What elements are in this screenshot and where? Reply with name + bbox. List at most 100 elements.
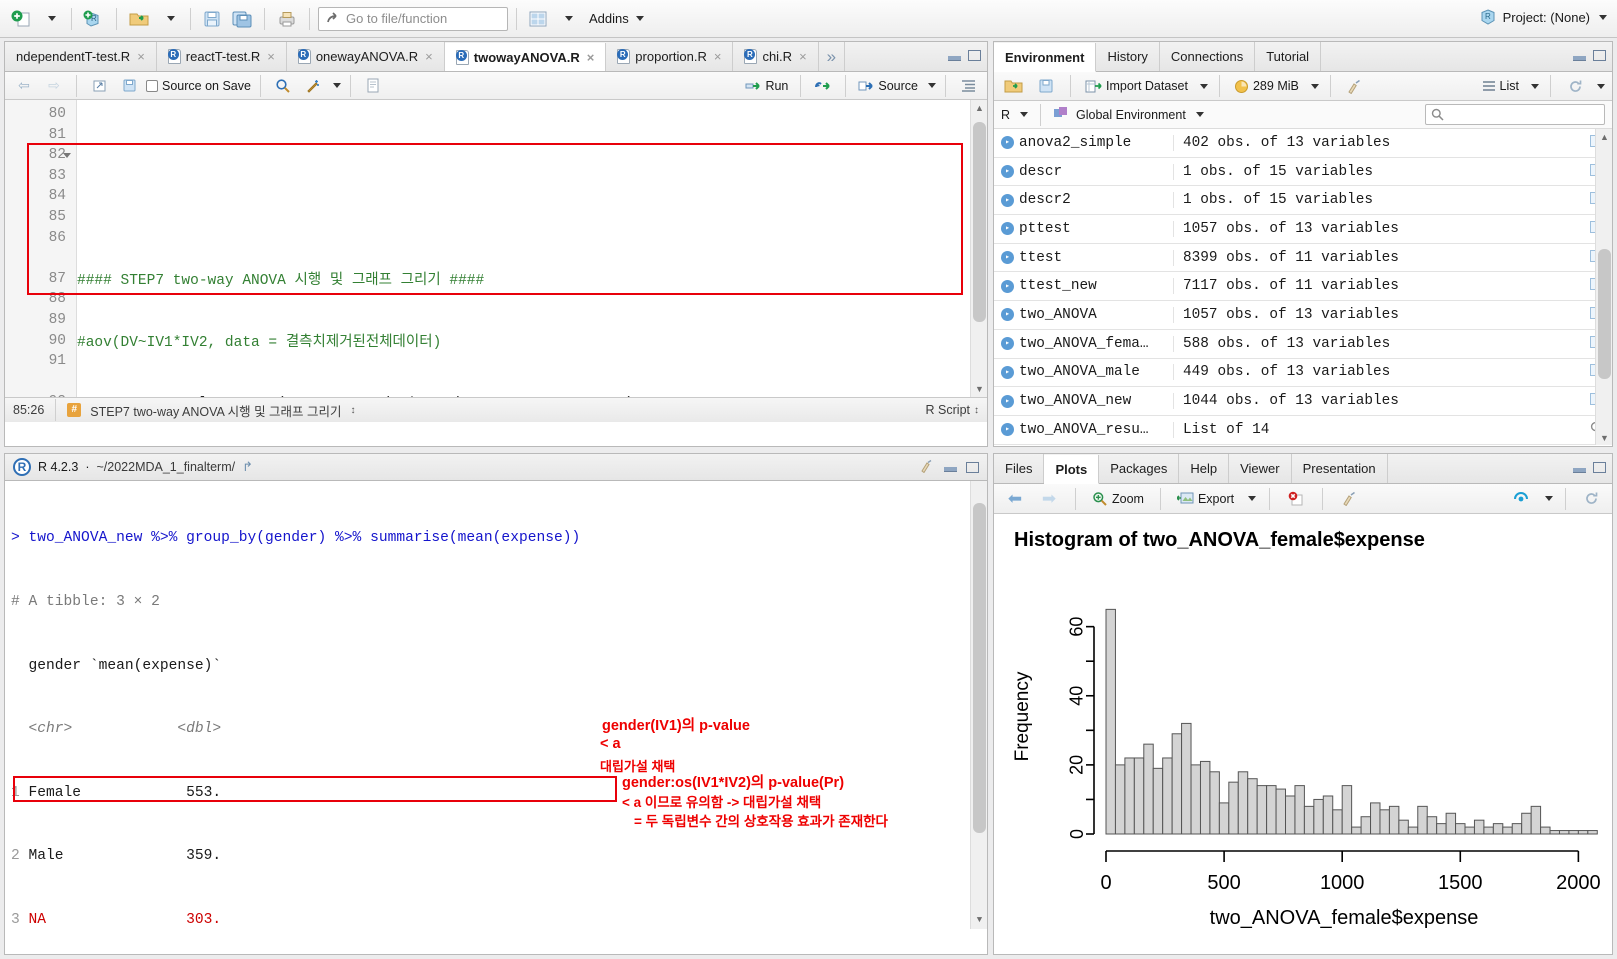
code-tools-dropdown[interactable] (332, 83, 341, 88)
source-dropdown[interactable] (928, 83, 936, 88)
scroll-down-arrow-icon[interactable]: ▼ (971, 913, 987, 929)
source-forward-button[interactable]: ⇨ (41, 73, 67, 99)
editor-scrollbar[interactable]: ▲ ▼ (970, 100, 987, 397)
environment-search-input[interactable] (1425, 104, 1605, 125)
load-workspace-button[interactable] (1001, 73, 1027, 99)
environment-row[interactable]: ▸ ttest_new 7117 obs. of 11 variables (994, 272, 1612, 302)
scroll-up-arrow-icon[interactable]: ▲ (971, 100, 987, 116)
source-tab-independentT-test[interactable]: ndependentT-test.R × (5, 42, 157, 71)
zoom-plot-button[interactable]: Zoom (1089, 486, 1147, 512)
source-tabs-overflow[interactable]: » (819, 42, 846, 71)
environment-row[interactable]: ▸ two_ANOVA_fema… 588 obs. of 13 variable… (994, 330, 1612, 359)
minimize-icon[interactable] (944, 462, 957, 472)
expand-icon[interactable]: ▸ (1001, 222, 1014, 236)
environment-row[interactable]: ▸ anova2_simple 402 obs. of 13 variables (994, 129, 1612, 158)
expand-icon[interactable]: ▸ (1001, 279, 1014, 293)
minimize-icon[interactable] (1573, 51, 1586, 61)
tab-viewer[interactable]: Viewer (1229, 454, 1292, 483)
rerun-button[interactable] (810, 73, 836, 99)
close-icon[interactable]: × (425, 49, 433, 64)
code-tools-button[interactable] (300, 73, 326, 99)
refresh-dropdown[interactable] (1597, 83, 1605, 89)
code-fold-toggle[interactable] (63, 153, 71, 158)
source-tab-reactT-test[interactable]: reactT-test.R × (157, 42, 287, 71)
previous-plot-button[interactable]: ⬅ (1002, 486, 1028, 512)
expand-icon[interactable]: ▸ (1001, 136, 1014, 150)
tab-help[interactable]: Help (1179, 454, 1230, 483)
print-button[interactable] (273, 6, 301, 32)
close-icon[interactable]: × (714, 49, 722, 64)
scroll-up-arrow-icon[interactable]: ▲ (1596, 129, 1612, 145)
environment-dropdown[interactable] (1195, 112, 1204, 117)
tab-plots[interactable]: Plots (1044, 455, 1100, 484)
code-text[interactable]: #### STEP7 two-way ANOVA 시행 및 그래프 그리기 ##… (77, 100, 969, 397)
scroll-down-arrow-icon[interactable]: ▼ (971, 381, 987, 397)
maximize-icon[interactable] (968, 50, 981, 61)
remove-plot-button[interactable] (1283, 486, 1309, 512)
close-icon[interactable]: × (137, 49, 145, 64)
save-workspace-button[interactable] (1033, 73, 1059, 99)
environment-row[interactable]: ▸ descr2 1 obs. of 15 variables (994, 186, 1612, 216)
refresh-plot-button[interactable] (1578, 486, 1604, 512)
document-outline-button[interactable] (955, 73, 981, 99)
close-icon[interactable]: × (267, 49, 275, 64)
tab-tutorial[interactable]: Tutorial (1255, 42, 1322, 71)
minimize-icon[interactable] (1573, 463, 1586, 473)
expand-icon[interactable]: ▸ (1001, 193, 1014, 207)
minimize-icon[interactable] (948, 51, 961, 61)
run-button[interactable]: Run (742, 73, 791, 99)
open-file-dropdown[interactable] (156, 6, 182, 32)
environment-row[interactable]: ▸ two_ANOVA_male 449 obs. of 13 variables (994, 359, 1612, 388)
environment-scrollbar[interactable]: ▲ ▼ (1595, 129, 1612, 445)
scroll-down-arrow-icon[interactable]: ▼ (1596, 430, 1612, 445)
source-tab-twowayANOVA[interactable]: twowayANOVA.R × (444, 43, 607, 71)
view-mode-button[interactable]: List (1479, 73, 1522, 99)
close-icon[interactable]: × (587, 50, 595, 65)
expand-icon[interactable]: ▸ (1001, 308, 1014, 322)
maximize-icon[interactable] (1593, 462, 1606, 473)
code-editor[interactable]: 80 81 82 83 84 85 86 87 88 89 90 91 92 #… (5, 100, 987, 397)
environment-row[interactable]: ▸ two_ANOVA_resu… List of 14 (994, 416, 1612, 445)
expand-icon[interactable]: ▸ (1001, 337, 1014, 351)
expand-icon[interactable]: ▸ (1001, 165, 1014, 179)
refresh-environment-button[interactable] (1562, 73, 1588, 99)
publish-plot-button[interactable] (1509, 486, 1535, 512)
close-icon[interactable]: × (799, 49, 807, 64)
environment-object-list[interactable]: ▸ anova2_simple 402 obs. of 13 variables … (994, 129, 1612, 445)
goto-file-function-input[interactable]: Go to file/function (318, 6, 508, 31)
next-plot-button[interactable]: ➡ (1036, 486, 1062, 512)
environment-selector-label[interactable]: Global Environment (1076, 108, 1186, 122)
show-in-new-window-button[interactable] (86, 73, 112, 99)
workspace-panes-button[interactable] (525, 6, 551, 32)
document-type-dropdown-icon[interactable]: ↕ (974, 405, 979, 416)
environment-row[interactable]: ▸ ttest 8399 obs. of 11 variables (994, 244, 1612, 273)
expand-icon[interactable]: ▸ (1001, 365, 1014, 379)
import-dataset-button[interactable]: Import Dataset (1082, 73, 1191, 99)
open-directory-icon[interactable]: ↱ (242, 459, 253, 475)
maximize-icon[interactable] (966, 461, 979, 473)
clear-plots-button[interactable] (1336, 486, 1362, 512)
new-file-dropdown[interactable] (37, 6, 63, 32)
memory-usage-button[interactable]: 289 MiB (1231, 73, 1302, 99)
section-updown-icon[interactable]: ↕ (351, 405, 356, 416)
source-on-save-checkbox[interactable] (146, 79, 158, 92)
workspace-panes-dropdown[interactable] (554, 6, 580, 32)
tab-environment[interactable]: Environment (994, 43, 1097, 72)
save-button[interactable] (199, 6, 225, 32)
language-selector-label[interactable]: R (1001, 108, 1010, 122)
scrollbar-thumb[interactable] (973, 503, 986, 833)
source-save-button[interactable] (116, 73, 142, 99)
console-scrollbar[interactable]: ▲ ▼ (970, 481, 987, 929)
publish-dropdown[interactable] (1545, 496, 1553, 501)
tab-history[interactable]: History (1096, 42, 1160, 71)
new-file-button[interactable] (8, 6, 34, 32)
expand-icon[interactable]: ▸ (1001, 251, 1014, 265)
source-run-button[interactable]: Source (855, 73, 921, 99)
scrollbar-thumb[interactable] (973, 122, 986, 322)
find-replace-button[interactable] (270, 73, 296, 99)
memory-dropdown[interactable] (1310, 83, 1319, 89)
clear-console-icon[interactable] (919, 459, 935, 476)
source-tab-onewayANOVA[interactable]: onewayANOVA.R × (287, 42, 445, 71)
scrollbar-thumb[interactable] (1598, 249, 1611, 379)
expand-icon[interactable]: ▸ (1001, 394, 1014, 408)
